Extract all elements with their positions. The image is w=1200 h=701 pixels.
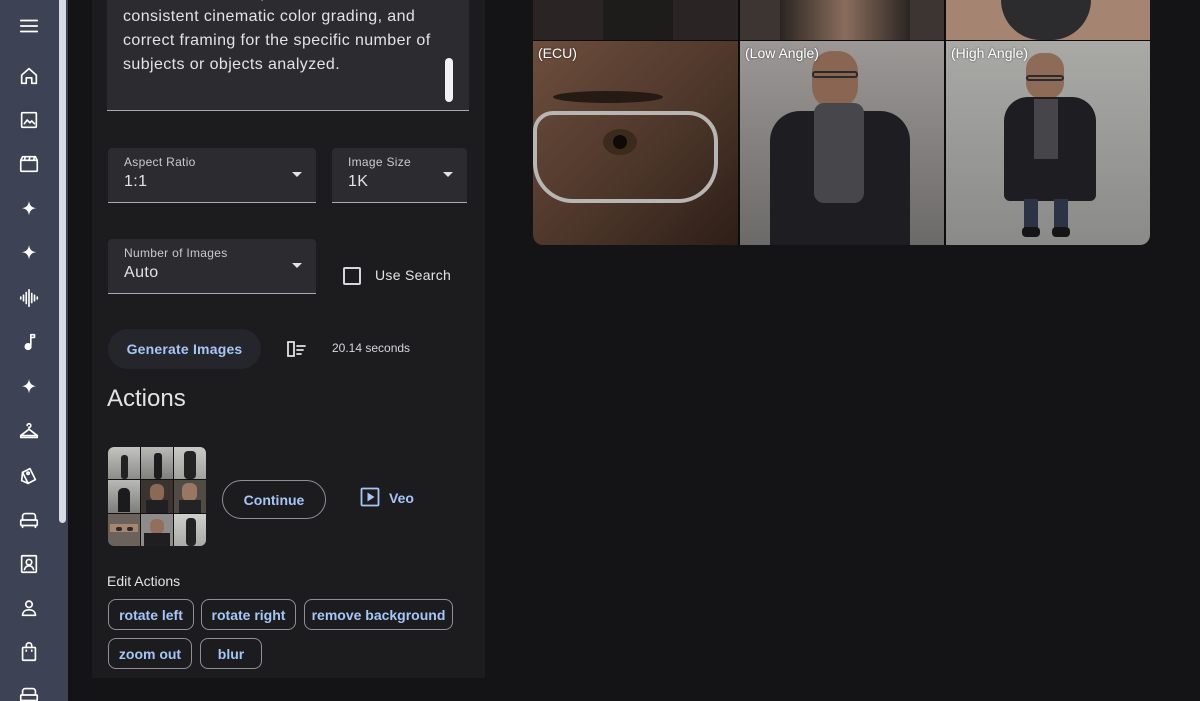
rotate-right-chip[interactable]: rotate right xyxy=(201,599,296,630)
use-search-checkbox[interactable] xyxy=(343,267,361,285)
image-icon[interactable] xyxy=(14,105,44,135)
menu-icon[interactable] xyxy=(14,11,44,41)
grid-image-low-angle[interactable]: (Low Angle) xyxy=(740,41,944,245)
sparkle-icon[interactable] xyxy=(14,239,44,269)
thumbnail-cell xyxy=(141,447,173,480)
sidebar-scrollbar[interactable] xyxy=(59,0,66,523)
chevron-down-icon xyxy=(292,172,302,177)
thumbnail-cell xyxy=(174,513,206,546)
image-caption: (High Angle) xyxy=(951,45,1029,61)
image-size-label: Image Size xyxy=(348,155,412,169)
grid-image[interactable] xyxy=(740,0,944,40)
generated-image-grid[interactable]: (ECU) (Low Angle) (High Angle) xyxy=(533,0,1150,245)
image-size-value: 1K xyxy=(348,173,369,190)
image-caption: (ECU) xyxy=(538,45,577,61)
clear-list-icon[interactable] xyxy=(284,337,308,361)
hanger-icon[interactable] xyxy=(14,416,44,446)
prompt-text: All frames feature photorealistic textur… xyxy=(123,0,431,73)
edit-actions-heading: Edit Actions xyxy=(107,573,181,589)
blur-chip[interactable]: blur xyxy=(200,638,262,669)
audio-wave-icon[interactable] xyxy=(14,283,44,313)
actions-heading: Actions xyxy=(107,385,186,412)
result-thumbnail[interactable] xyxy=(108,447,206,546)
thumbnail-cell xyxy=(141,480,173,513)
aspect-ratio-value: 1:1 xyxy=(124,173,148,190)
generate-images-button[interactable]: Generate Images xyxy=(108,329,261,369)
thumbnail-cell xyxy=(174,480,206,513)
thumbnail-cell xyxy=(108,480,140,513)
generation-time: 20.14 seconds xyxy=(332,341,411,355)
use-search-label[interactable]: Use Search xyxy=(375,267,451,283)
portrait-icon[interactable] xyxy=(14,549,44,579)
veo-button[interactable]: Veo xyxy=(389,490,414,506)
sparkle-icon[interactable] xyxy=(14,195,44,225)
home-icon[interactable] xyxy=(14,61,44,91)
number-of-images-label: Number of Images xyxy=(124,246,228,260)
grid-image[interactable] xyxy=(946,0,1150,40)
person-icon[interactable] xyxy=(14,593,44,623)
video-play-icon[interactable] xyxy=(360,487,380,507)
grid-image[interactable] xyxy=(533,0,738,40)
couch-icon[interactable] xyxy=(14,505,44,535)
remove-background-chip[interactable]: remove background xyxy=(304,599,453,630)
thumbnail-cell xyxy=(108,447,140,480)
grid-image-high-angle[interactable]: (High Angle) xyxy=(946,41,1150,245)
aspect-ratio-select[interactable]: Aspect Ratio 1:1 xyxy=(108,148,316,203)
number-of-images-select[interactable]: Number of Images Auto xyxy=(108,239,316,294)
tag-icon[interactable] xyxy=(14,461,44,491)
prompt-textarea[interactable]: All frames feature photorealistic textur… xyxy=(107,0,469,111)
app-sidebar xyxy=(0,0,68,701)
rotate-left-chip[interactable]: rotate left xyxy=(108,599,194,630)
music-note-icon[interactable] xyxy=(14,327,44,357)
clapperboard-icon[interactable] xyxy=(14,149,44,179)
shopping-bag-icon[interactable] xyxy=(14,637,44,667)
zoom-out-chip[interactable]: zoom out xyxy=(108,638,192,669)
sparkle-icon[interactable] xyxy=(14,373,44,403)
sofa-icon[interactable] xyxy=(14,680,44,701)
chevron-down-icon xyxy=(292,263,302,268)
aspect-ratio-label: Aspect Ratio xyxy=(124,155,196,169)
image-caption: (Low Angle) xyxy=(745,45,819,61)
number-of-images-value: Auto xyxy=(124,264,159,281)
prompt-scrollbar[interactable] xyxy=(445,58,453,102)
continue-button[interactable]: Continue xyxy=(222,480,326,519)
thumbnail-cell xyxy=(108,513,140,546)
thumbnail-cell xyxy=(141,513,173,546)
image-size-select[interactable]: Image Size 1K xyxy=(332,148,467,203)
grid-image-ecu[interactable]: (ECU) xyxy=(533,41,738,245)
chevron-down-icon xyxy=(443,172,453,177)
thumbnail-cell xyxy=(174,447,206,480)
